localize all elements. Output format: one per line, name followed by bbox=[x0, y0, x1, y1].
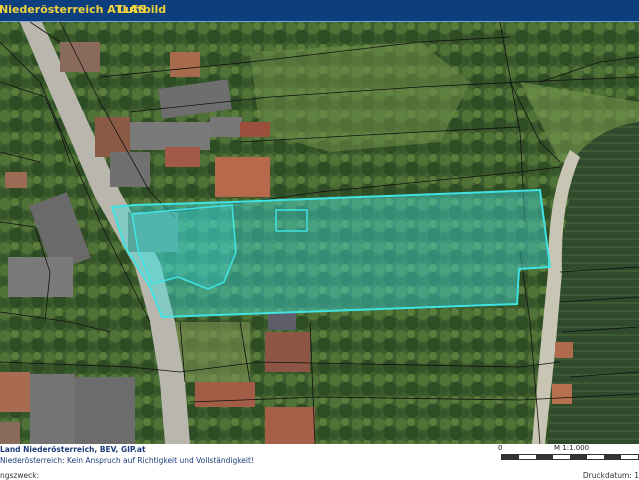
disclaimer: Niederösterreich: Kein Anspruch auf Rich… bbox=[0, 456, 254, 465]
scale-ratio: M 1:1.000 bbox=[554, 444, 590, 452]
print-date-label: Druckdatum: 1 bbox=[582, 471, 639, 480]
scale-bar-graphic bbox=[501, 454, 639, 460]
highlighted-parcel[interactable] bbox=[110, 188, 552, 319]
layer-title: Luftbild bbox=[118, 3, 167, 16]
purpose-label: ngszweck: bbox=[0, 471, 40, 480]
data-source: Land Niederösterreich, BEV, GIP.at bbox=[0, 445, 146, 454]
scale-zero: 0 bbox=[498, 444, 503, 452]
aerial-map[interactable] bbox=[0, 22, 639, 444]
app-header: Niederösterreich ATLAS Luftbild bbox=[0, 0, 639, 23]
map-footer: Land Niederösterreich, BEV, GIP.at Niede… bbox=[0, 444, 639, 480]
scale-bar: 0 M 1:1.000 bbox=[498, 444, 639, 466]
